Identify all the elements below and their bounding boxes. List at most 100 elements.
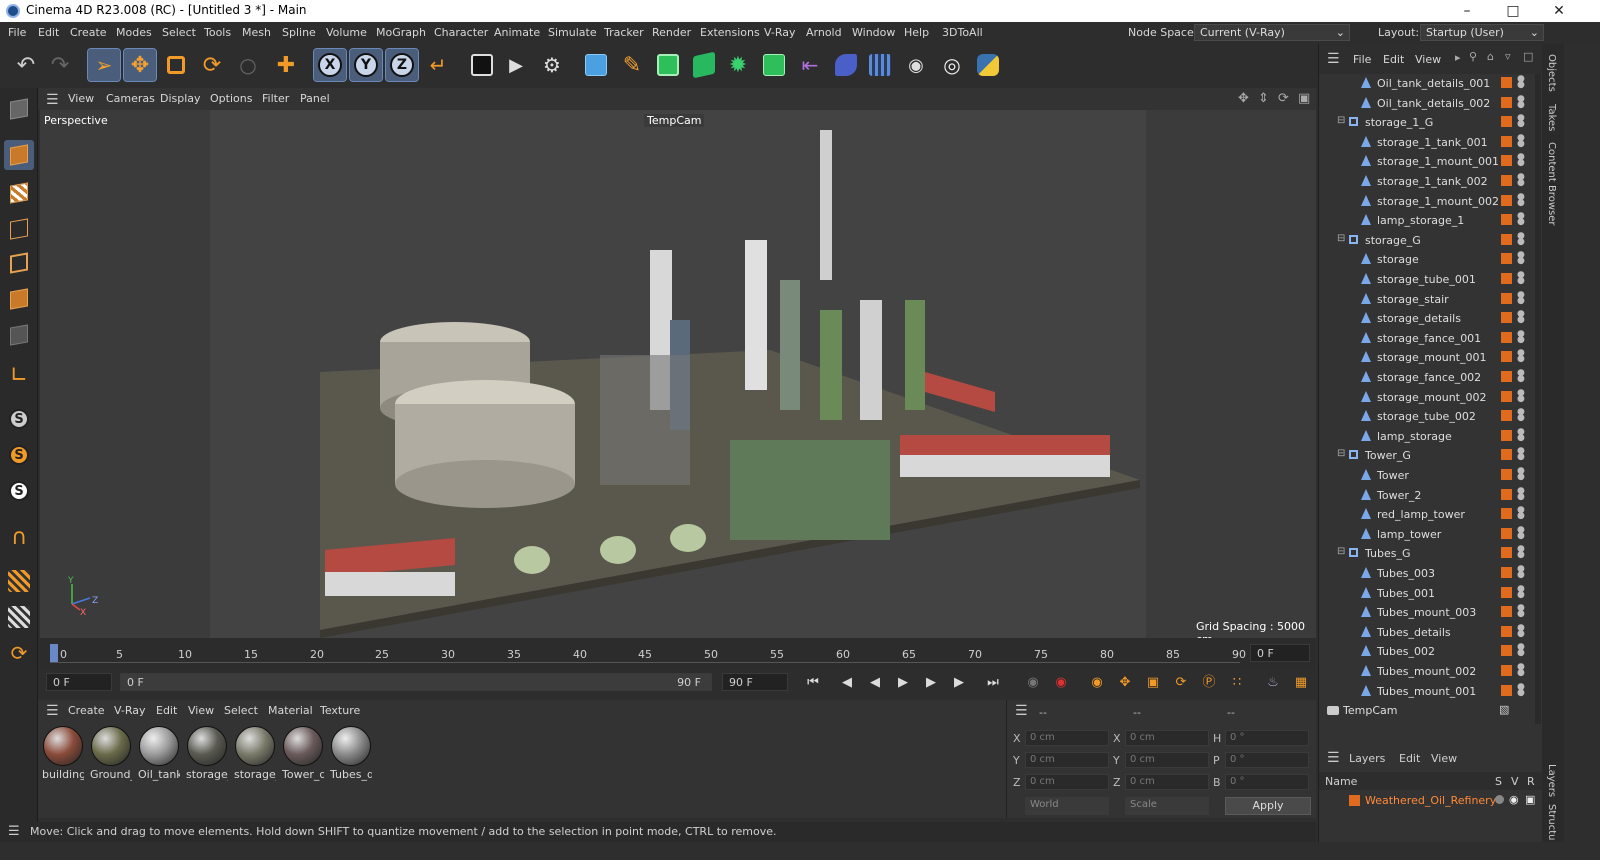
node-space-dropdown[interactable]: Current (V-Ray) ⌄ [1194, 24, 1350, 41]
visibility-dots-icon[interactable]: ● ● [1517, 349, 1525, 365]
object-row[interactable]: storage_fance_002 ● ● [1319, 368, 1543, 387]
object-row[interactable]: storage_mount_002 ● ● [1319, 388, 1543, 407]
menu-file[interactable]: File [8, 26, 26, 39]
layer-tag-icon[interactable] [1501, 645, 1512, 657]
visibility-dots-icon[interactable]: ● ● [1517, 604, 1525, 620]
pen-button[interactable]: ✎ [616, 49, 648, 81]
object-row[interactable]: lamp_storage_1 ● ● [1319, 211, 1543, 230]
object-row[interactable]: storage_tube_001 ● ● [1319, 270, 1543, 289]
search-icon[interactable]: ⚲ [1469, 50, 1477, 63]
position-z-field[interactable]: 0 cm [1025, 774, 1109, 790]
object-row-group[interactable]: ⊟ storage_G ● ● [1319, 231, 1543, 250]
material-swatch[interactable]: Tower_d [282, 726, 324, 784]
camera-button[interactable]: ◉ [900, 49, 932, 81]
hamburger-icon[interactable]: ☰ [1327, 750, 1340, 766]
menu-extensions[interactable]: Extensions [700, 26, 760, 39]
redo-button[interactable]: ↷ [44, 49, 76, 81]
visibility-dots-icon[interactable]: ● ● [1517, 388, 1525, 405]
hamburger-icon[interactable]: ☰ [1327, 51, 1340, 67]
rotation-b-field[interactable]: 0 ° [1225, 774, 1309, 790]
object-row[interactable]: Tubes_001 ● ● [1319, 584, 1543, 603]
snap-button[interactable]: S [4, 404, 34, 434]
visibility-dots-icon[interactable]: ● ● [1517, 427, 1525, 444]
visibility-dots-icon[interactable]: ● ● [1517, 486, 1525, 503]
layer-tag-icon[interactable] [1501, 233, 1512, 245]
object-row[interactable]: storage_1_tank_001 ● ● [1319, 133, 1543, 152]
render-icon[interactable]: ▣ [1525, 793, 1535, 806]
material-swatch[interactable]: Ground_ [90, 726, 132, 784]
visibility-dots-icon[interactable]: ● ● [1517, 682, 1525, 699]
visibility-dots-icon[interactable]: ● ● [1517, 231, 1525, 248]
layer-tag-icon[interactable] [1501, 116, 1512, 128]
object-row-group[interactable]: ⊟ Tubes_G ● ● [1319, 544, 1543, 563]
material-swatch[interactable]: building_ [42, 726, 84, 784]
layer-tag-icon[interactable] [1501, 292, 1512, 304]
object-row[interactable]: storage_1_mount_001 ● ● [1319, 152, 1543, 171]
visibility-dots-icon[interactable]: ● ● [1517, 94, 1525, 111]
object-row[interactable]: Tubes_003 ● ● [1319, 564, 1543, 583]
object-row[interactable]: red_lamp_tower ● ● [1319, 505, 1543, 524]
menu-3dtoall[interactable]: 3DToAll [942, 26, 983, 39]
x-axis-button[interactable]: X [313, 48, 347, 82]
subdivision-button[interactable] [652, 49, 684, 81]
minimize-icon[interactable]: – [1444, 0, 1490, 22]
layer-tag-icon[interactable] [1501, 253, 1512, 265]
tab-takes[interactable]: Takes [1546, 104, 1557, 131]
layer-tag-icon[interactable] [1501, 586, 1512, 598]
object-row[interactable]: Tower_2 ● ● [1319, 486, 1543, 505]
close-icon[interactable]: ✕ [1536, 0, 1582, 22]
start-frame-field[interactable]: 0 F [46, 673, 112, 691]
layer-tag-icon[interactable] [1501, 625, 1512, 637]
visibility-dots-icon[interactable]: ● ● [1517, 173, 1525, 189]
menu-render[interactable]: Render [652, 26, 691, 39]
visibility-dots-icon[interactable]: ● ● [1517, 623, 1525, 640]
edge-mode-button[interactable] [4, 248, 34, 278]
keyframe-selection-icon[interactable]: ◉ [1088, 674, 1106, 692]
object-row[interactable]: lamp_tower ● ● [1319, 525, 1543, 544]
rotation-h-field[interactable]: 0 ° [1225, 730, 1309, 746]
object-row[interactable]: Oil_tank_details_001 ● ● [1319, 74, 1543, 93]
filter-icon[interactable]: ▿ [1505, 50, 1511, 63]
menu-window[interactable]: Window [852, 26, 895, 39]
material-menu-material[interactable]: Material [268, 704, 313, 717]
object-scrollbar[interactable] [1535, 74, 1541, 724]
material-menu-edit[interactable]: Edit [156, 704, 177, 717]
objects-menu-edit[interactable]: Edit [1383, 53, 1404, 66]
render-view-button[interactable] [466, 49, 498, 81]
viewport-zoom-icon[interactable]: ⇕ [1258, 91, 1269, 106]
visibility-dots-icon[interactable]: ● ● [1517, 290, 1525, 307]
visibility-dots-icon[interactable]: ● ● [1517, 584, 1525, 601]
viewport-menu-cameras[interactable]: Cameras [106, 92, 155, 105]
go-to-start-button[interactable]: ⏮ [804, 674, 822, 692]
layer-tag-icon[interactable] [1501, 371, 1512, 382]
visibility-dots-icon[interactable]: ● ● [1517, 663, 1525, 679]
layer-tag-icon[interactable] [1501, 606, 1512, 618]
viewport-menu-filter[interactable]: Filter [262, 92, 289, 105]
layer-tag-icon[interactable] [1501, 135, 1512, 147]
collapse-icon[interactable]: ⊟ [1337, 546, 1345, 557]
layer-tag-icon[interactable] [1501, 449, 1512, 461]
layer-tag-icon[interactable] [1501, 194, 1512, 206]
visibility-dots-icon[interactable]: ● ● [1517, 329, 1525, 346]
play-button[interactable]: ▶ [894, 674, 912, 692]
new-window-icon[interactable]: □ [1523, 50, 1533, 63]
light-button[interactable]: ◎ [936, 49, 968, 81]
viewport-menu-options[interactable]: Options [210, 92, 252, 105]
snap-enable-button[interactable]: S [4, 476, 34, 506]
camera-tag-icon[interactable]: ▧ [1499, 703, 1509, 716]
viewport-perspective[interactable]: Perspective TempCam Grid Spacing : 5000 … [40, 110, 1316, 638]
layer-tag-icon[interactable] [1501, 547, 1512, 559]
position-x-field[interactable]: 0 cm [1025, 730, 1109, 746]
layers-menu-view[interactable]: View [1431, 752, 1457, 765]
timeline-icon[interactable]: ▦ [1292, 674, 1310, 692]
key-position-icon[interactable]: ✥ [1116, 674, 1134, 692]
render-settings-button[interactable]: ⚙ [536, 49, 568, 81]
visibility-dots-icon[interactable]: ● ● [1517, 545, 1525, 561]
extrude-button[interactable] [688, 49, 720, 81]
go-to-next-key-button[interactable]: ▶ [950, 674, 968, 692]
object-row[interactable]: storage_tube_002 ● ● [1319, 407, 1543, 426]
playhead[interactable] [50, 644, 58, 662]
move-tool-button[interactable]: ✥ [123, 48, 157, 82]
material-swatch[interactable]: Oil_tank_ [138, 726, 180, 784]
magnet-button[interactable]: ∩ [4, 522, 34, 552]
